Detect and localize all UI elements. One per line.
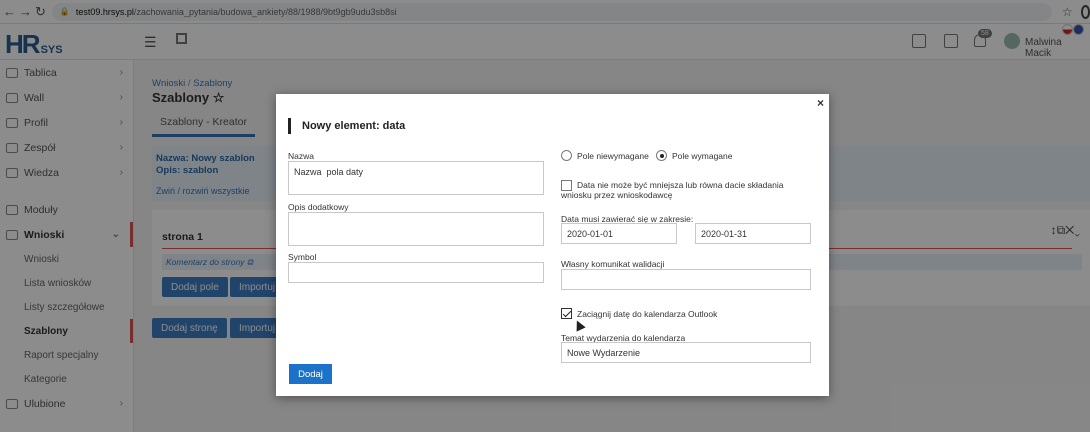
add-button[interactable]: Dodaj xyxy=(289,364,332,384)
new-date-element-modal: × Nowy element: data Nazwa Nazwa pola da… xyxy=(276,94,829,396)
radio-optional-label[interactable]: Pole niewymagane xyxy=(577,151,649,161)
radio-optional[interactable] xyxy=(561,150,572,161)
description-label: Opis dodatkowy xyxy=(288,202,349,212)
modal-title: Nowy element: data xyxy=(288,118,405,134)
date-from-field[interactable] xyxy=(561,223,677,244)
outlook-checkbox[interactable] xyxy=(561,308,572,319)
date-to-field[interactable] xyxy=(695,223,811,244)
name-field[interactable]: Nazwa pola daty xyxy=(288,161,544,195)
symbol-field[interactable] xyxy=(288,262,544,283)
radio-required-label[interactable]: Pole wymagane xyxy=(672,151,732,161)
symbol-label: Symbol xyxy=(288,252,317,262)
radio-required[interactable] xyxy=(656,150,667,161)
event-topic-field[interactable] xyxy=(561,342,811,363)
validation-label: Własny komunikat walidacji xyxy=(561,259,665,269)
name-label: Nazwa xyxy=(288,151,314,161)
outlook-label[interactable]: Zaciągnij datę do kalendarza Outlook xyxy=(577,309,717,319)
date-constraint-label[interactable]: Data nie może być mniejsza lub równa dac… xyxy=(561,180,809,200)
validation-field[interactable] xyxy=(561,269,811,290)
mouse-cursor-icon xyxy=(572,318,586,332)
description-field[interactable] xyxy=(288,212,544,246)
close-icon[interactable]: × xyxy=(817,96,824,110)
